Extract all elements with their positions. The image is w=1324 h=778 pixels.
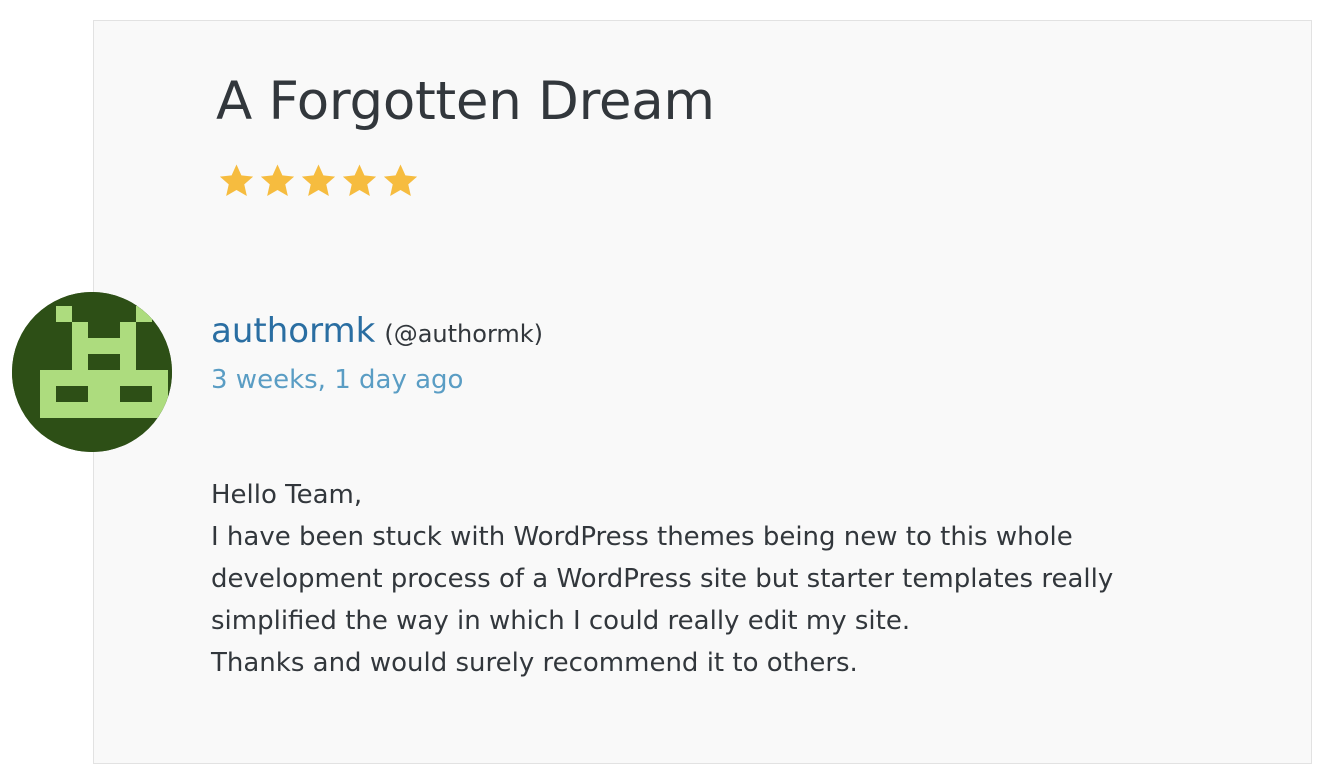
author-avatar[interactable] — [12, 292, 172, 452]
author-handle: (@authormk) — [384, 320, 544, 348]
star-rating — [217, 162, 420, 200]
star-icon — [301, 164, 336, 197]
review-body: Hello Team, I have been stuck with WordP… — [211, 474, 1211, 684]
star-icon — [342, 164, 377, 197]
review-body-line: I have been stuck with WordPress themes … — [211, 522, 1073, 552]
review-body-line: Thanks and would surely recommend it to … — [211, 648, 858, 678]
review-date-link[interactable]: 3 weeks, 1 day ago — [211, 362, 463, 398]
review-body-line: development process of a WordPress site … — [211, 564, 1114, 594]
author-name-link[interactable]: authormk — [211, 311, 375, 351]
star-icon — [383, 164, 418, 197]
review-author: authormk (@authormk) — [211, 309, 543, 359]
pixel-invader-avatar-icon — [12, 292, 172, 452]
star-icon — [219, 164, 254, 197]
review-body-line: simplified the way in which I could real… — [211, 606, 911, 636]
star-icon — [260, 164, 295, 197]
review-title: A Forgotten Dream — [216, 71, 715, 132]
review-body-line: Hello Team, — [211, 480, 363, 510]
